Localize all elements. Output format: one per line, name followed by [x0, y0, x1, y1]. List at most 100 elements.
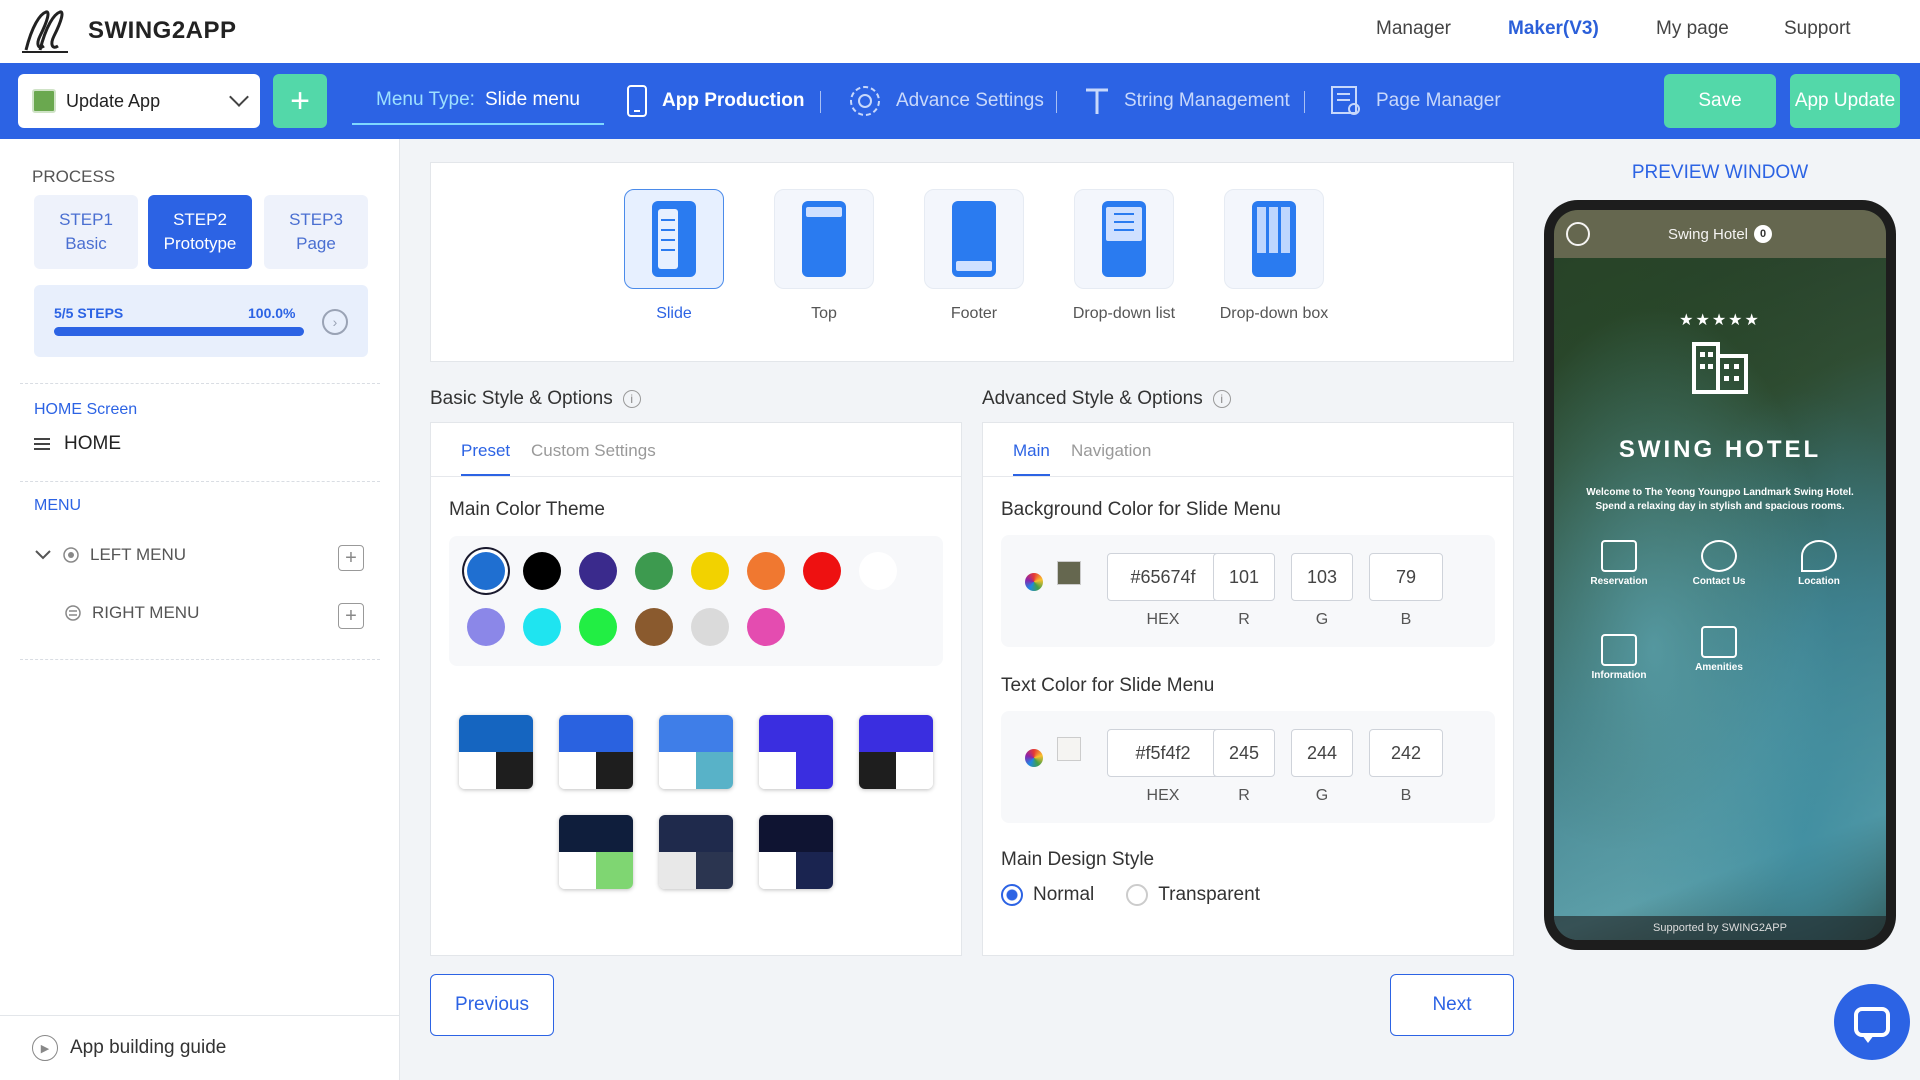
- theme-tile[interactable]: [559, 815, 633, 889]
- nav-manager[interactable]: Manager: [1376, 18, 1451, 40]
- divider: [20, 659, 380, 660]
- theme-tile[interactable]: [759, 815, 833, 889]
- nav-maker[interactable]: Maker(V3): [1508, 18, 1599, 40]
- color-swatch[interactable]: [859, 552, 897, 590]
- theme-tile[interactable]: [759, 715, 833, 789]
- tab-page-manager[interactable]: Page Manager: [1330, 77, 1501, 125]
- app-building-guide-link[interactable]: ▶ App building guide: [0, 1015, 400, 1080]
- tab-advance-settings[interactable]: Advance Settings: [848, 77, 1044, 125]
- color-swatch[interactable]: [467, 552, 505, 590]
- tab-app-production[interactable]: App Production: [626, 77, 804, 125]
- tab-custom-settings[interactable]: Custom Settings: [531, 441, 656, 474]
- chevron-right-circle-icon[interactable]: ›: [322, 309, 348, 335]
- tab-advance-settings-label: Advance Settings: [896, 90, 1044, 111]
- page-manager-icon: [1331, 86, 1360, 115]
- text-r-input[interactable]: 245: [1213, 729, 1275, 777]
- menu-type-footer[interactable]: Footer: [919, 189, 1029, 323]
- chat-support-button[interactable]: [1834, 984, 1910, 1060]
- menu-type-dropdown-list[interactable]: Drop-down list: [1069, 189, 1179, 323]
- tab-navigation[interactable]: Navigation: [1071, 441, 1151, 474]
- menu-type-slide[interactable]: Slide: [619, 189, 729, 323]
- home-screen-label: HOME Screen: [34, 401, 138, 418]
- previous-button[interactable]: Previous: [430, 974, 554, 1036]
- info-icon[interactable]: i: [1212, 390, 1231, 408]
- color-swatch[interactable]: [467, 608, 505, 646]
- step-3-button[interactable]: STEP3 Page: [264, 195, 368, 269]
- next-button[interactable]: Next: [1390, 974, 1514, 1036]
- add-app-button[interactable]: +: [273, 74, 327, 128]
- color-swatch[interactable]: [635, 608, 673, 646]
- nav-support[interactable]: Support: [1784, 18, 1851, 40]
- tab-main[interactable]: Main: [1013, 441, 1050, 476]
- bg-r-input[interactable]: 101: [1213, 553, 1275, 601]
- color-wheel-icon[interactable]: [1025, 573, 1043, 591]
- divider: [20, 481, 380, 482]
- bg-g-input[interactable]: 103: [1291, 553, 1353, 601]
- step-2-button[interactable]: STEP2 Prototype: [148, 195, 252, 269]
- color-swatch[interactable]: [747, 608, 785, 646]
- contact-us-shortcut[interactable]: Contact Us: [1674, 540, 1764, 587]
- color-wheel-icon[interactable]: [1025, 749, 1043, 767]
- theme-tile[interactable]: [859, 715, 933, 789]
- save-button[interactable]: Save: [1664, 74, 1776, 128]
- b-label: B: [1400, 787, 1412, 804]
- chevron-down-icon[interactable]: [34, 549, 52, 561]
- bg-color-preview[interactable]: [1057, 561, 1081, 585]
- theme-tile[interactable]: [659, 715, 733, 789]
- color-swatch[interactable]: [747, 552, 785, 590]
- info-icon[interactable]: i: [622, 390, 641, 408]
- tab-preset[interactable]: Preset: [461, 441, 511, 476]
- menu-type-dropdown-box[interactable]: Drop-down box: [1219, 189, 1329, 323]
- location-shortcut[interactable]: Location: [1774, 540, 1864, 587]
- text-color-preview[interactable]: [1057, 737, 1081, 761]
- home-menu-item[interactable]: HOME: [34, 433, 121, 455]
- color-swatch[interactable]: [523, 552, 561, 590]
- theme-tile[interactable]: [459, 715, 533, 789]
- app-update-button[interactable]: App Update: [1790, 74, 1900, 128]
- text-hex-input[interactable]: #f5f4f2: [1107, 729, 1219, 777]
- bg-b-input[interactable]: 79: [1369, 553, 1443, 601]
- tab-string-management[interactable]: String Management: [1084, 77, 1290, 125]
- menu-type-indicator[interactable]: Menu Type: Slide menu: [352, 77, 604, 125]
- left-menu-item[interactable]: LEFT MENU: [34, 545, 186, 565]
- theme-tile[interactable]: [559, 715, 633, 789]
- color-swatch[interactable]: [523, 608, 561, 646]
- toolbar-divider: [1304, 91, 1305, 113]
- home-icon[interactable]: [1566, 222, 1590, 246]
- color-swatches: [449, 536, 943, 666]
- preview-footer: Supported by SWING2APP: [1554, 916, 1886, 940]
- text-b-input[interactable]: 242: [1369, 729, 1443, 777]
- menu-type-card: [774, 189, 874, 289]
- color-swatch[interactable]: [635, 552, 673, 590]
- brand-logo[interactable]: SWING2APP: [18, 6, 237, 56]
- color-swatch[interactable]: [691, 552, 729, 590]
- add-left-menu-button[interactable]: +: [338, 545, 364, 571]
- theme-tile[interactable]: [659, 815, 733, 889]
- shortcut-label: Reservation: [1590, 576, 1648, 587]
- bg-hex-input[interactable]: #65674f: [1107, 553, 1219, 601]
- color-swatch[interactable]: [803, 552, 841, 590]
- radio-transparent-label[interactable]: Transparent: [1158, 884, 1260, 906]
- color-swatch[interactable]: [691, 608, 729, 646]
- amenities-shortcut[interactable]: Amenities: [1674, 626, 1764, 673]
- reservation-shortcut[interactable]: Reservation: [1574, 540, 1664, 587]
- top-menu-icon: [802, 201, 846, 277]
- radio-normal-label[interactable]: Normal: [1033, 884, 1094, 906]
- tab-string-management-label: String Management: [1124, 90, 1290, 111]
- information-shortcut[interactable]: Information: [1574, 634, 1664, 681]
- progress-bar-fill: [54, 327, 304, 336]
- right-menu-item[interactable]: RIGHT MENU: [64, 603, 199, 623]
- radio-transparent[interactable]: [1126, 884, 1149, 906]
- color-swatch[interactable]: [579, 608, 617, 646]
- menu-type-top[interactable]: Top: [769, 189, 879, 323]
- color-swatch[interactable]: [579, 552, 617, 590]
- text-color-row: #f5f4f2 245 244 242 HEX R G B: [1001, 711, 1495, 823]
- add-right-menu-button[interactable]: +: [338, 603, 364, 629]
- radio-normal[interactable]: [1001, 884, 1023, 906]
- menu-type-card: [924, 189, 1024, 289]
- step-1-button[interactable]: STEP1 Basic: [34, 195, 138, 269]
- nav-my-page[interactable]: My page: [1656, 18, 1729, 40]
- app-select-dropdown[interactable]: Update App: [18, 74, 260, 128]
- menu-type-value: Slide menu: [484, 89, 580, 110]
- text-g-input[interactable]: 244: [1291, 729, 1353, 777]
